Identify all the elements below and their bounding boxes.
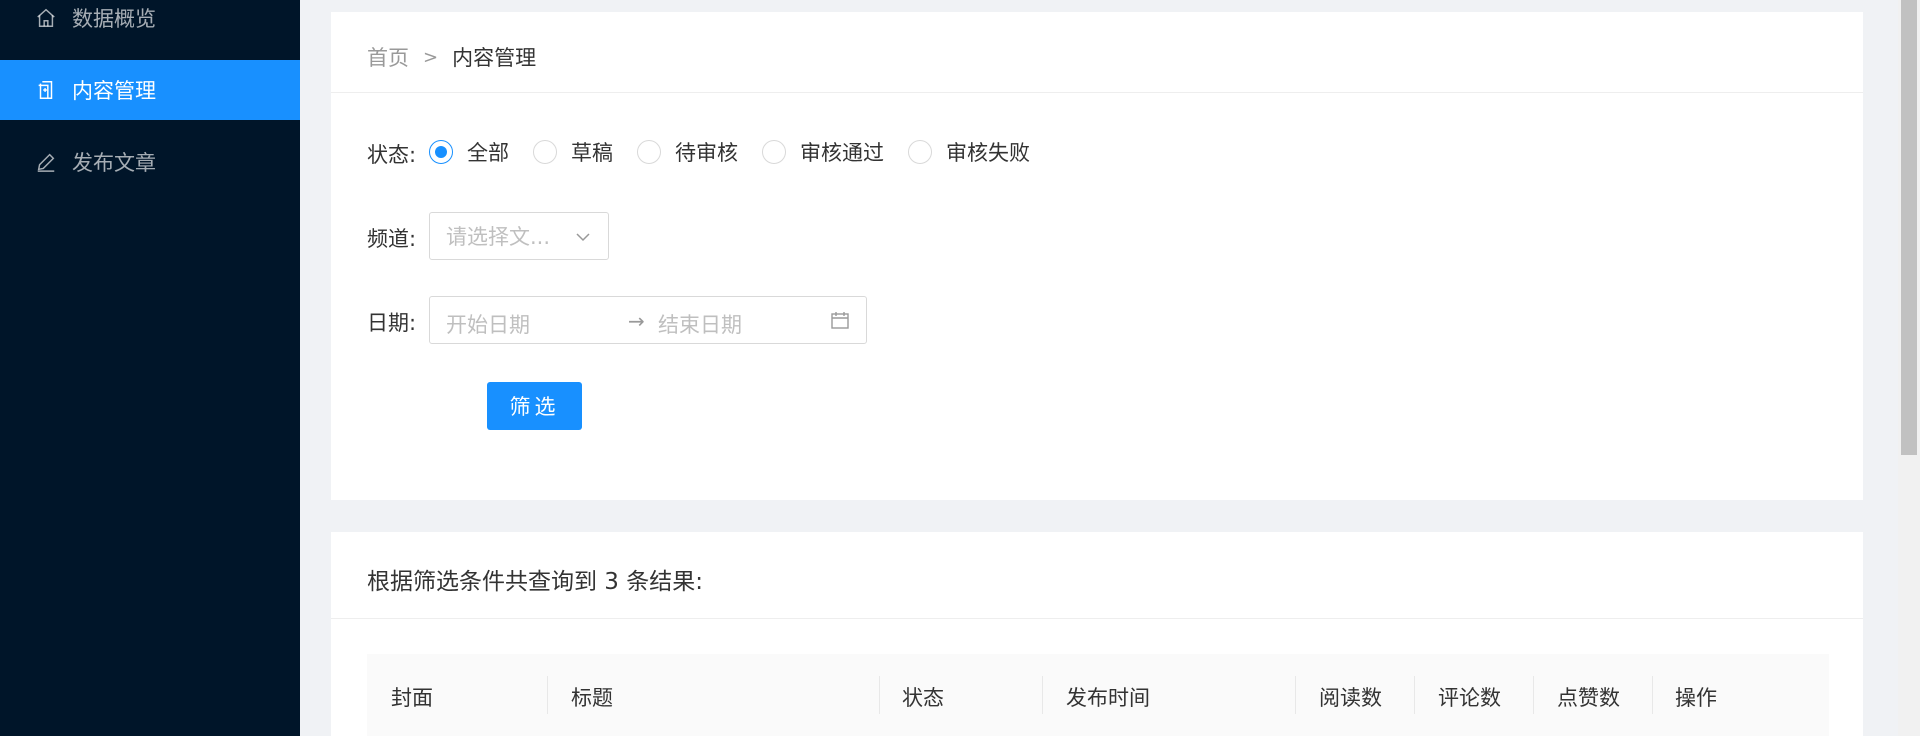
channel-label: 频道: xyxy=(367,227,417,251)
radio-label: 审核失败 xyxy=(946,141,1030,165)
column-header-cover: 封面 xyxy=(391,686,433,710)
chevron-down-icon xyxy=(574,227,592,245)
column-header-comment-count: 评论数 xyxy=(1438,686,1501,710)
column-header-publish-time: 发布时间 xyxy=(1066,686,1150,710)
sidebar-item-publish-article[interactable]: 发布文章 xyxy=(0,132,300,192)
radio-circle[interactable] xyxy=(533,140,557,164)
divider xyxy=(331,618,1863,619)
radio-all[interactable]: 全部 xyxy=(429,137,509,167)
column-header-actions: 操作 xyxy=(1675,686,1717,710)
column-separator xyxy=(1652,676,1653,714)
radio-rejected[interactable]: 审核失败 xyxy=(908,137,1030,167)
breadcrumb: 首页 > 内容管理 xyxy=(367,42,536,72)
radio-circle[interactable] xyxy=(637,140,661,164)
divider xyxy=(331,92,1863,93)
radio-label: 审核通过 xyxy=(800,141,884,165)
scrollbar-thumb[interactable] xyxy=(1901,0,1917,455)
channel-placeholder: 请选择文... xyxy=(446,225,551,249)
radio-draft[interactable]: 草稿 xyxy=(533,137,613,167)
sidebar: 数据概览 内容管理 发布文章 xyxy=(0,0,300,736)
home-icon xyxy=(34,6,58,30)
sidebar-item-dashboard[interactable]: 数据概览 xyxy=(0,0,300,48)
table-header: 封面 标题 状态 发布时间 阅读数 评论数 点赞数 操作 xyxy=(367,654,1829,736)
column-header-status: 状态 xyxy=(902,686,944,710)
sidebar-item-label: 发布文章 xyxy=(72,151,156,175)
column-separator xyxy=(1042,676,1043,714)
sidebar-item-content-management[interactable]: 内容管理 xyxy=(0,60,300,120)
channel-select[interactable]: 请选择文... xyxy=(429,212,609,260)
radio-circle[interactable] xyxy=(908,140,932,164)
filter-button[interactable]: 筛选 xyxy=(487,382,582,430)
breadcrumb-current: 内容管理 xyxy=(452,46,537,70)
edit-icon xyxy=(34,150,58,174)
results-card: 根据筛选条件共查询到 3 条结果: 封面 标题 状态 发布时间 阅读数 评论数 … xyxy=(331,532,1863,736)
date-start-input[interactable]: 开始日期 xyxy=(446,309,530,339)
radio-pending[interactable]: 待审核 xyxy=(637,137,738,167)
column-header-read-count: 阅读数 xyxy=(1319,686,1382,710)
radio-label: 草稿 xyxy=(571,141,613,165)
breadcrumb-home[interactable]: 首页 xyxy=(367,42,409,72)
column-separator xyxy=(879,676,880,714)
scrollbar[interactable] xyxy=(1898,0,1920,736)
sidebar-item-label: 数据概览 xyxy=(72,7,156,31)
status-radio-group: 全部 草稿 待审核 审核通过 审核失败 xyxy=(429,137,1054,167)
date-label: 日期: xyxy=(367,311,417,335)
column-separator xyxy=(547,676,548,714)
document-icon xyxy=(34,78,58,102)
radio-circle[interactable] xyxy=(762,140,786,164)
column-separator xyxy=(1414,676,1415,714)
date-end-input[interactable]: 结束日期 xyxy=(658,309,742,339)
column-header-title: 标题 xyxy=(571,686,613,710)
radio-approved[interactable]: 审核通过 xyxy=(762,137,884,167)
calendar-icon xyxy=(830,310,850,330)
radio-label: 待审核 xyxy=(675,141,738,165)
radio-label: 全部 xyxy=(467,141,509,165)
filter-card: 首页 > 内容管理 状态: 全部 草稿 待审核 审核通过 审核失败 频道: 请选… xyxy=(331,12,1863,500)
sidebar-item-label: 内容管理 xyxy=(72,79,156,103)
column-separator xyxy=(1295,676,1296,714)
radio-circle[interactable] xyxy=(429,140,453,164)
breadcrumb-separator: > xyxy=(423,46,439,68)
status-label: 状态: xyxy=(367,143,417,167)
column-separator xyxy=(1533,676,1534,714)
date-range-picker[interactable]: 开始日期 → 结束日期 xyxy=(429,296,867,344)
column-header-like-count: 点赞数 xyxy=(1557,686,1620,710)
arrow-right-icon: → xyxy=(628,309,645,333)
results-title: 根据筛选条件共查询到 3 条结果: xyxy=(367,569,704,595)
